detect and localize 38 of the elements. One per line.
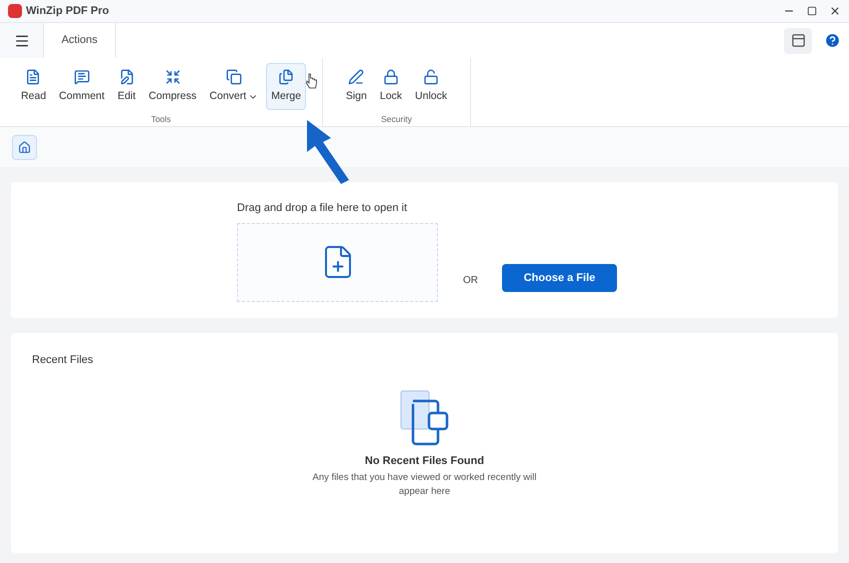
- compress-icon: [164, 68, 181, 85]
- help-icon[interactable]: [824, 32, 841, 49]
- convert-icon: [226, 68, 242, 85]
- menu-icon[interactable]: [14, 32, 30, 48]
- comment-icon: [74, 68, 90, 85]
- ribbon-button[interactable]: Edit: [112, 63, 141, 110]
- empty-title: No Recent Files Found: [364, 454, 484, 468]
- app-logo-icon: [8, 4, 22, 18]
- drop-prompt: Drag and drop a file here to open it: [237, 201, 408, 216]
- ribbon-button[interactable]: Unlock: [410, 63, 452, 110]
- home-icon: [18, 140, 31, 154]
- section-title: Recent Files: [31, 353, 94, 368]
- maximize-icon[interactable]: [807, 6, 817, 16]
- tab[interactable]: Actions: [43, 23, 116, 58]
- ribbon-button[interactable]: Lock: [374, 63, 408, 110]
- close-icon[interactable]: [829, 5, 841, 17]
- merge-icon: [278, 68, 294, 85]
- or-label: OR: [463, 274, 478, 288]
- ribbon-button[interactable]: Merge: [266, 63, 306, 110]
- ribbon-button[interactable]: Convert: [204, 63, 264, 110]
- group-label: Tools: [151, 113, 171, 126]
- lock-icon: [382, 68, 399, 85]
- pen-icon: [348, 68, 364, 85]
- layout-icon[interactable]: [790, 33, 806, 48]
- document-icon: [25, 68, 42, 85]
- ribbon-button[interactable]: Sign: [340, 63, 372, 110]
- unlock-icon: [423, 68, 440, 85]
- group-label: Security: [381, 113, 412, 126]
- choose-file-button[interactable]: Choose a File: [502, 264, 617, 292]
- home-button[interactable]: [12, 134, 37, 160]
- window-title: WinZip PDF Pro: [26, 4, 110, 19]
- ribbon-button[interactable]: Comment: [54, 63, 110, 110]
- empty-folder-icon: [398, 388, 450, 446]
- empty-message: Any files that you have viewed or worked recently will appear here: [312, 471, 538, 499]
- ribbon-button[interactable]: Compress: [144, 63, 202, 110]
- edit-document-icon: [118, 68, 135, 85]
- ribbon-button[interactable]: Read: [16, 63, 52, 110]
- hand-cursor-icon: [306, 73, 318, 90]
